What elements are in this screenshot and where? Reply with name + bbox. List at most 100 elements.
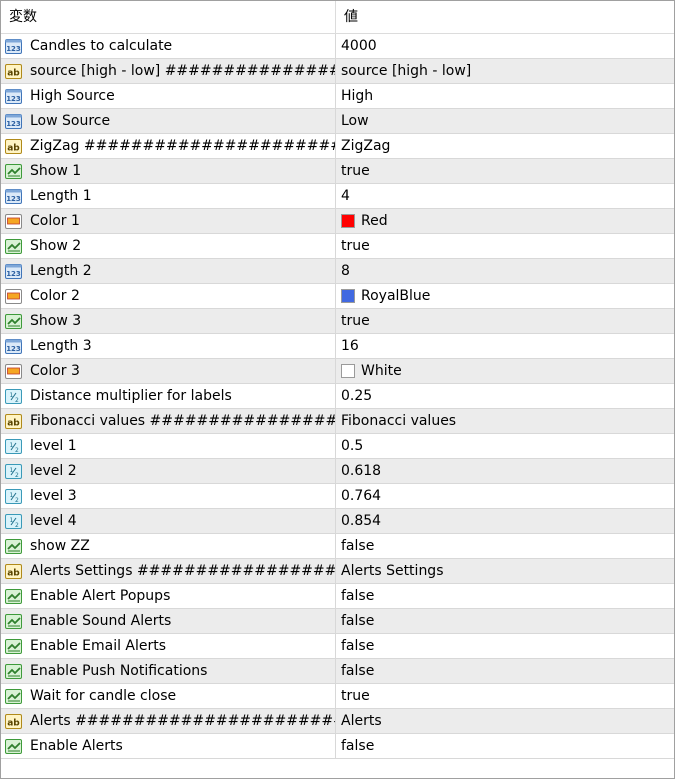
- parameter-value[interactable]: false: [341, 738, 374, 754]
- color-swatch[interactable]: [341, 214, 355, 228]
- parameter-value-cell[interactable]: Low: [336, 109, 674, 133]
- parameter-value[interactable]: false: [341, 638, 374, 654]
- parameter-row[interactable]: Enable Alert Popups false: [1, 584, 674, 609]
- parameter-value[interactable]: true: [341, 163, 370, 179]
- parameter-row[interactable]: Color 2 RoyalBlue: [1, 284, 674, 309]
- parameter-value-cell[interactable]: false: [336, 634, 674, 658]
- parameter-row[interactable]: ab ZigZag #############################..…: [1, 134, 674, 159]
- parameter-value-cell[interactable]: false: [336, 659, 674, 683]
- parameter-row[interactable]: Show 3 true: [1, 309, 674, 334]
- parameter-row[interactable]: 1 2 level 1 0.5: [1, 434, 674, 459]
- parameter-value-cell[interactable]: Alerts Settings: [336, 559, 674, 583]
- parameter-value-cell[interactable]: true: [336, 234, 674, 258]
- parameter-row[interactable]: Show 1 true: [1, 159, 674, 184]
- parameter-value-cell[interactable]: 0.764: [336, 484, 674, 508]
- parameter-value[interactable]: 0.854: [341, 513, 381, 529]
- parameter-row[interactable]: 123 Candles to calculate 4000: [1, 34, 674, 59]
- parameter-value[interactable]: 4: [341, 188, 350, 204]
- parameter-row[interactable]: 123 Length 2 8: [1, 259, 674, 284]
- parameter-value[interactable]: false: [341, 613, 374, 629]
- parameter-value[interactable]: Red: [361, 213, 388, 229]
- parameter-row[interactable]: 1 2 Distance multiplier for labels 0.25: [1, 384, 674, 409]
- parameter-name: level 2: [30, 463, 77, 479]
- parameter-value[interactable]: 0.5: [341, 438, 363, 454]
- parameter-row[interactable]: Enable Push Notifications false: [1, 659, 674, 684]
- parameter-value-cell[interactable]: Red: [336, 209, 674, 233]
- parameter-value[interactable]: 8: [341, 263, 350, 279]
- parameter-row[interactable]: Color 1 Red: [1, 209, 674, 234]
- parameter-value[interactable]: 4000: [341, 38, 377, 54]
- parameter-name: Show 1: [30, 163, 82, 179]
- parameter-row[interactable]: show ZZ false: [1, 534, 674, 559]
- parameter-value-cell[interactable]: 4: [336, 184, 674, 208]
- parameter-value-cell[interactable]: false: [336, 734, 674, 758]
- int-icon: 123: [4, 112, 24, 131]
- string-icon: ab: [4, 62, 24, 81]
- parameter-row[interactable]: 123 Length 1 4: [1, 184, 674, 209]
- parameter-row[interactable]: ab Alerts Settings ######################…: [1, 559, 674, 584]
- parameter-value-cell[interactable]: false: [336, 609, 674, 633]
- parameter-value-cell[interactable]: Alerts: [336, 709, 674, 733]
- parameter-value[interactable]: Fibonacci values: [341, 413, 456, 429]
- parameter-name: Enable Alerts: [30, 738, 123, 754]
- parameter-value[interactable]: White: [361, 363, 402, 379]
- parameter-value[interactable]: ZigZag: [341, 138, 390, 154]
- variable-column-header[interactable]: 変数: [1, 1, 336, 33]
- parameter-value[interactable]: 0.764: [341, 488, 381, 504]
- parameter-row[interactable]: 1 2 level 3 0.764: [1, 484, 674, 509]
- parameter-value-cell[interactable]: High: [336, 84, 674, 108]
- parameter-row[interactable]: Enable Sound Alerts false: [1, 609, 674, 634]
- parameter-value-cell[interactable]: false: [336, 534, 674, 558]
- parameter-value[interactable]: false: [341, 588, 374, 604]
- parameter-row[interactable]: 1 2 level 2 0.618: [1, 459, 674, 484]
- parameter-value[interactable]: true: [341, 238, 370, 254]
- parameter-value[interactable]: RoyalBlue: [361, 288, 430, 304]
- parameter-value[interactable]: true: [341, 313, 370, 329]
- parameter-value-cell[interactable]: true: [336, 159, 674, 183]
- color-swatch[interactable]: [341, 289, 355, 303]
- parameter-value-cell[interactable]: Fibonacci values: [336, 409, 674, 433]
- parameter-row[interactable]: 123 Low Source Low: [1, 109, 674, 134]
- parameter-row[interactable]: Enable Alerts false: [1, 734, 674, 759]
- parameter-value[interactable]: 0.618: [341, 463, 381, 479]
- value-column-header[interactable]: 値: [336, 1, 674, 33]
- parameter-row[interactable]: Show 2 true: [1, 234, 674, 259]
- parameter-value[interactable]: source [high - low]: [341, 63, 471, 79]
- parameter-name: Enable Push Notifications: [30, 663, 208, 679]
- parameter-value[interactable]: false: [341, 538, 374, 554]
- parameter-row[interactable]: ab source [high - low] ##################…: [1, 59, 674, 84]
- parameter-value-cell[interactable]: true: [336, 309, 674, 333]
- parameter-row[interactable]: ab Alerts ##############################.…: [1, 709, 674, 734]
- parameter-value-cell[interactable]: 0.854: [336, 509, 674, 533]
- parameter-value-cell[interactable]: false: [336, 584, 674, 608]
- parameter-name-cell: Color 2: [1, 284, 336, 308]
- parameter-value-cell[interactable]: RoyalBlue: [336, 284, 674, 308]
- parameter-row[interactable]: Enable Email Alerts false: [1, 634, 674, 659]
- color-swatch[interactable]: [341, 364, 355, 378]
- parameter-value-cell[interactable]: 0.25: [336, 384, 674, 408]
- parameter-value[interactable]: true: [341, 688, 370, 704]
- parameter-row[interactable]: 123 Length 3 16: [1, 334, 674, 359]
- parameter-value[interactable]: 0.25: [341, 388, 372, 404]
- parameter-value-cell[interactable]: ZigZag: [336, 134, 674, 158]
- parameter-row[interactable]: ab Fibonacci values #####################…: [1, 409, 674, 434]
- parameter-value-cell[interactable]: source [high - low]: [336, 59, 674, 83]
- parameter-row[interactable]: Color 3 White: [1, 359, 674, 384]
- parameter-value-cell[interactable]: 4000: [336, 34, 674, 58]
- parameter-value[interactable]: false: [341, 663, 374, 679]
- parameter-value-cell[interactable]: 8: [336, 259, 674, 283]
- parameter-value-cell[interactable]: White: [336, 359, 674, 383]
- parameter-value[interactable]: Low: [341, 113, 369, 129]
- svg-text:2: 2: [15, 497, 19, 504]
- parameter-value[interactable]: Alerts: [341, 713, 382, 729]
- parameter-row[interactable]: 123 High Source High: [1, 84, 674, 109]
- parameter-value[interactable]: High: [341, 88, 373, 104]
- parameter-value-cell[interactable]: 16: [336, 334, 674, 358]
- parameter-value-cell[interactable]: true: [336, 684, 674, 708]
- parameter-value[interactable]: 16: [341, 338, 359, 354]
- parameter-value-cell[interactable]: 0.5: [336, 434, 674, 458]
- parameter-row[interactable]: Wait for candle close true: [1, 684, 674, 709]
- parameter-value[interactable]: Alerts Settings: [341, 563, 444, 579]
- parameter-row[interactable]: 1 2 level 4 0.854: [1, 509, 674, 534]
- parameter-value-cell[interactable]: 0.618: [336, 459, 674, 483]
